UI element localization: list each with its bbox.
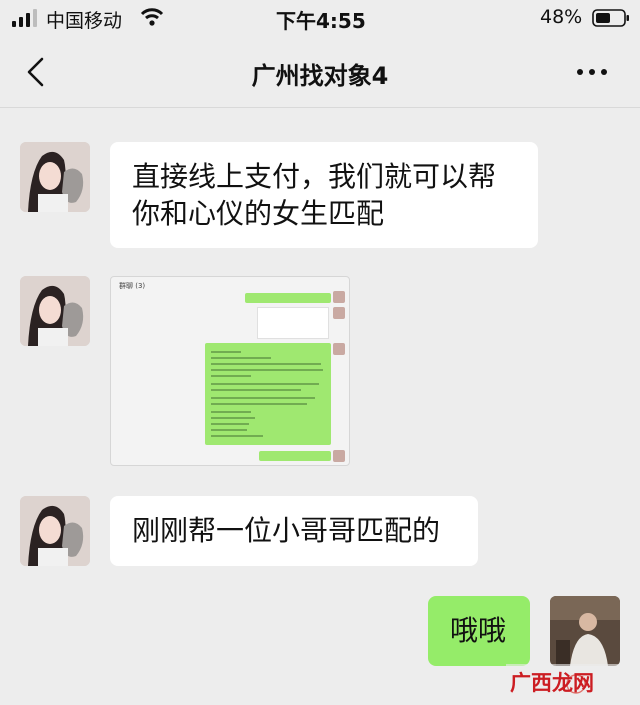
status-bar: 中国移动 下午4:55 48% (0, 0, 640, 36)
sender-avatar[interactable] (20, 276, 90, 346)
chat-title: 广州找对象4 (251, 62, 389, 90)
message-bubble[interactable]: 刚刚帮一位小哥哥匹配的 (110, 496, 478, 566)
screenshot-bubble (245, 293, 331, 303)
screenshot-line (211, 357, 271, 359)
screenshot-bubble (259, 451, 331, 461)
wifi-icon (140, 8, 164, 26)
sender-avatar[interactable] (20, 142, 90, 212)
image-message[interactable]: 群聊 (3) (110, 276, 350, 466)
sender-avatar[interactable] (20, 496, 90, 566)
screenshot-avatar (333, 450, 345, 462)
screenshot-card (257, 307, 329, 339)
screenshot-avatar (333, 307, 345, 319)
message-bubble-outgoing[interactable]: 哦哦 (428, 596, 530, 666)
self-avatar[interactable] (550, 596, 620, 666)
screenshot-line (211, 383, 319, 385)
screenshot-line (211, 411, 251, 413)
screenshot-line (211, 417, 255, 419)
screenshot-line (211, 389, 301, 391)
watermark-text: 广西龙网 (510, 671, 594, 695)
chat-header: 广州找对象4 (0, 36, 640, 108)
avatar-photo (550, 596, 620, 666)
screenshot-avatar (333, 343, 345, 355)
avatar-photo (20, 142, 90, 212)
screenshot-line (211, 429, 247, 431)
status-time: 下午4:55 (276, 9, 366, 33)
avatar-photo (20, 496, 90, 566)
screenshot-line (211, 435, 263, 437)
battery-icon (592, 9, 629, 27)
screenshot-line (211, 369, 323, 371)
battery-percent: 48% (540, 6, 583, 28)
screenshot-line (211, 363, 321, 365)
screenshot-line (211, 403, 307, 405)
screenshot-line (211, 397, 315, 399)
screenshot-header: 群聊 (3) (119, 282, 146, 290)
screenshot-line (211, 423, 249, 425)
avatar-photo (20, 276, 90, 346)
screenshot-line (211, 351, 241, 353)
screenshot-line (211, 375, 251, 377)
screenshot-avatar (333, 291, 345, 303)
message-bubble[interactable]: 直接线上支付，我们就可以帮 你和心仪的女生匹配 (110, 142, 538, 248)
more-dots-icon[interactable] (574, 58, 610, 86)
signal-icon (12, 9, 37, 27)
carrier-name: 中国移动 (46, 10, 123, 32)
